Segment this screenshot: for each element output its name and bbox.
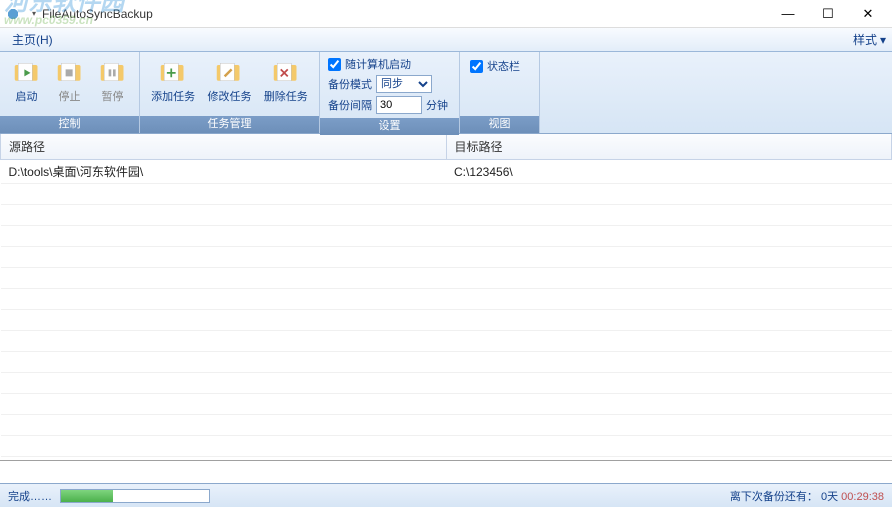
statusbar-label: 状态栏 [487,58,520,74]
titlebar: ▾ FileAutoSyncBackup — ☐ ✕ [0,0,892,28]
group-label-view: 视图 [460,116,539,133]
start-button[interactable]: 启动 [6,55,47,107]
task-table-area: 源路径 目标路径 D:\tools\桌面\河东软件园\C:\123456\...… [0,134,892,461]
statusbar-checkbox-row[interactable]: 状态栏 [470,58,529,74]
table-row: .. [1,373,892,394]
window-title: FileAutoSyncBackup [42,7,153,21]
table-row: .. [1,226,892,247]
app-icon [4,5,22,23]
col-source[interactable]: 源路径 [1,134,447,160]
autostart-checkbox-row[interactable]: 随计算机启动 [328,56,451,72]
pause-button[interactable]: 暂停 [92,55,133,107]
menu-home[interactable]: 主页(H) [6,29,59,50]
ribbon-group-view: 状态栏 视图 [460,52,540,133]
menu-style-label: 样式 [853,31,877,48]
table-row: .. [1,268,892,289]
folder-delete-icon [272,58,300,86]
table-row: .. [1,205,892,226]
status-text: 完成…… [8,488,52,504]
col-target[interactable]: 目标路径 [446,134,892,160]
table-row[interactable]: D:\tools\桌面\河东软件园\C:\123456\ [1,160,892,184]
edit-task-button[interactable]: 修改任务 [202,55,256,107]
table-row: .. [1,247,892,268]
edit-task-label: 修改任务 [207,88,251,104]
table-row: .. [1,289,892,310]
add-task-label: 添加任务 [151,88,195,104]
window-controls: — ☐ ✕ [768,3,888,25]
group-label-settings: 设置 [320,118,459,135]
close-button[interactable]: ✕ [848,3,888,25]
table-row: .. [1,184,892,205]
statusbar-checkbox[interactable] [470,60,483,73]
next-label: 离下次备份还有： [730,491,818,503]
autostart-checkbox[interactable] [328,58,341,71]
table-row: .. [1,457,892,462]
next-days: 0天 [821,491,838,503]
qat-dropdown-icon[interactable]: ▾ [32,9,36,18]
chevron-down-icon: ▾ [880,33,886,47]
folder-play-icon [13,58,41,86]
start-label: 启动 [16,88,38,104]
folder-stop-icon [56,58,84,86]
table-row: .. [1,331,892,352]
autostart-label: 随计算机启动 [345,56,411,72]
folder-pause-icon [99,58,127,86]
delete-task-label: 删除任务 [264,88,308,104]
interval-unit: 分钟 [426,97,448,113]
ribbon: 启动 停止 暂停 控制 添加任务 修改任务 [0,52,892,134]
group-label-task: 任务管理 [140,116,319,133]
menubar: 主页(H) 样式 ▾ [0,28,892,52]
interval-label: 备份间隔 [328,97,372,113]
status-next-backup: 离下次备份还有： 0天 00:29:38 [730,488,884,504]
task-table: 源路径 目标路径 D:\tools\桌面\河东软件园\C:\123456\...… [0,134,892,461]
maximize-button[interactable]: ☐ [808,3,848,25]
delete-task-button[interactable]: 删除任务 [259,55,313,107]
ribbon-group-control: 启动 停止 暂停 控制 [0,52,140,133]
mode-select[interactable]: 同步 [376,75,432,93]
table-row: .. [1,415,892,436]
table-row: .. [1,352,892,373]
table-row: .. [1,436,892,457]
stop-button[interactable]: 停止 [49,55,90,107]
group-label-control: 控制 [0,116,139,133]
next-time: 00:29:38 [841,491,884,503]
progress-bar [60,489,210,503]
ribbon-group-settings: 随计算机启动 备份模式 同步 备份间隔 分钟 设置 [320,52,460,133]
folder-edit-icon [215,58,243,86]
cell-source: D:\tools\桌面\河东软件园\ [1,160,447,184]
interval-input[interactable] [376,96,422,114]
minimize-button[interactable]: — [768,3,808,25]
cell-target: C:\123456\ [446,160,892,184]
table-row: .. [1,310,892,331]
statusbar: 完成…… 离下次备份还有： 0天 00:29:38 [0,483,892,507]
progress-fill [61,490,113,502]
add-task-button[interactable]: 添加任务 [146,55,200,107]
table-row: .. [1,394,892,415]
ribbon-group-task: 添加任务 修改任务 删除任务 任务管理 [140,52,320,133]
mode-label: 备份模式 [328,76,372,92]
menu-style[interactable]: 样式 ▾ [853,31,886,48]
folder-add-icon [159,58,187,86]
stop-label: 停止 [59,88,81,104]
pause-label: 暂停 [102,88,124,104]
